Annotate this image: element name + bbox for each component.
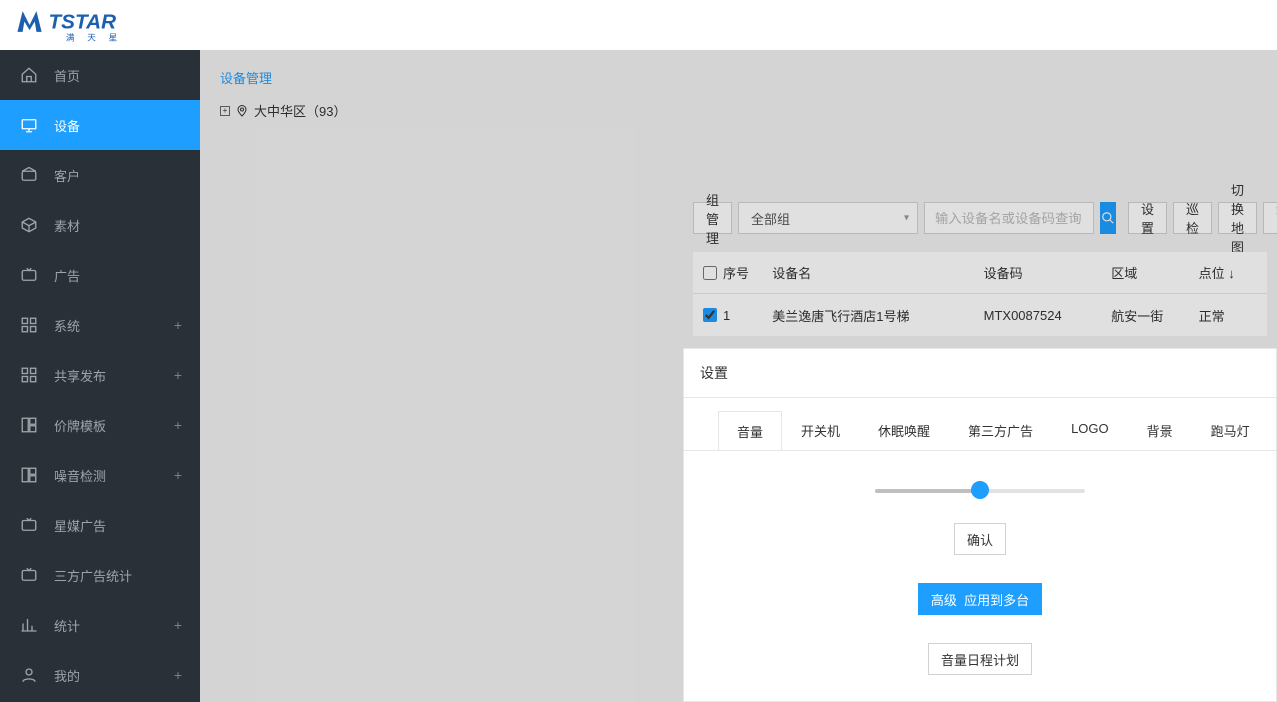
settings-modal: 设置 音量 开关机 休眠唤醒 第三方广告 LOGO 背景 跑马灯 悬浮窗 DPI… [683, 348, 1277, 702]
col-name[interactable]: 设备名 [772, 263, 983, 282]
settings-button[interactable]: 设置 [1128, 202, 1167, 234]
caret-down-icon: ▾ [904, 213, 909, 224]
share-icon [20, 366, 38, 384]
volume-schedule-button[interactable]: 音量日程计划 [928, 643, 1032, 675]
sidebar-item-label: 统计 [54, 616, 80, 635]
stats-icon [20, 616, 38, 634]
row-point: 正常 [1199, 306, 1257, 325]
sidebar-item-label: 系统 [54, 316, 80, 335]
device-table: 序号 设备名 设备码 区域 点位 ↓ 1 美兰逸唐飞行酒店1号梯 MTX0087… [693, 252, 1267, 336]
sidebar-item-thirdstat[interactable]: 三方广告统计 [0, 550, 200, 600]
advanced-button[interactable]: 高级 应用到多台 [918, 583, 1042, 615]
expand-icon: + [174, 617, 182, 633]
sidebar-item-home[interactable]: 首页 [0, 50, 200, 100]
sidebar-item-label: 客户 [54, 166, 80, 185]
location-icon [236, 104, 248, 118]
modal-tabs: 音量 开关机 休眠唤醒 第三方广告 LOGO 背景 跑马灯 悬浮窗 DPI 设备… [684, 398, 1276, 451]
sidebar-item-noise[interactable]: 噪音检测 + [0, 450, 200, 500]
sidebar: 首页 设备 客户 素材 广告 系统 + [0, 50, 200, 702]
tab-marquee[interactable]: 跑马灯 [1192, 410, 1269, 450]
col-point[interactable]: 点位 ↓ [1199, 263, 1257, 282]
group-select[interactable]: 全部组▾ [738, 202, 918, 234]
sidebar-item-ad[interactable]: 广告 [0, 250, 200, 300]
row-area: 航安一街 [1111, 306, 1198, 325]
sidebar-item-label: 星媒广告 [54, 516, 106, 535]
modal-title: 设置 [684, 349, 1276, 397]
user-icon [20, 666, 38, 684]
tab-float[interactable]: 悬浮窗 [1269, 410, 1276, 450]
table-header: 序号 设备名 设备码 区域 点位 ↓ [693, 252, 1267, 294]
material-icon [20, 216, 38, 234]
sidebar-item-stats[interactable]: 统计 + [0, 600, 200, 650]
tab-power[interactable]: 开关机 [782, 410, 859, 450]
volume-slider[interactable] [875, 485, 1085, 495]
expand-icon: + [174, 367, 182, 383]
select-all-checkbox[interactable] [703, 266, 717, 280]
confirm-button[interactable]: 确认 [954, 523, 1006, 555]
tab-volume-panel: 确认 高级 应用到多台 音量日程计划 [684, 451, 1276, 702]
starad-icon [20, 516, 38, 534]
home-icon [20, 66, 38, 84]
sidebar-item-label: 我的 [54, 666, 80, 685]
table-row[interactable]: 1 美兰逸唐飞行酒店1号梯 MTX0087524 航安一街 正常 [693, 294, 1267, 336]
breadcrumb[interactable]: 设备管理 [200, 50, 1277, 87]
row-checkbox[interactable] [703, 308, 717, 322]
col-code[interactable]: 设备码 [984, 263, 1112, 282]
toolbar: 组管理 全部组▾ 设置 巡检 切换地图 续费 新增 [693, 202, 1267, 234]
expand-icon: + [174, 667, 182, 683]
sidebar-item-label: 首页 [54, 66, 80, 85]
sidebar-item-device[interactable]: 设备 [0, 100, 200, 150]
group-manage-button[interactable]: 组管理 [693, 202, 732, 234]
tab-thirdparty-ad[interactable]: 第三方广告 [949, 410, 1052, 450]
tab-background[interactable]: 背景 [1128, 410, 1192, 450]
system-icon [20, 316, 38, 334]
sidebar-item-price[interactable]: 价牌模板 + [0, 400, 200, 450]
sidebar-item-share[interactable]: 共享发布 + [0, 350, 200, 400]
sidebar-item-label: 三方广告统计 [54, 566, 132, 585]
logo-icon: TSTAR 满 天 星 [14, 6, 239, 44]
row-seq: 1 [723, 308, 730, 323]
sidebar-item-label: 素材 [54, 216, 80, 235]
renew-button[interactable]: 续费 [1263, 202, 1277, 234]
sidebar-item-system[interactable]: 系统 + [0, 300, 200, 350]
main-content: 设备管理 + 大中华区（93） 组管理 全部组▾ [200, 50, 1277, 702]
tab-sleep[interactable]: 休眠唤醒 [859, 410, 949, 450]
svg-text:满 天 星: 满 天 星 [66, 33, 123, 43]
price-icon [20, 416, 38, 434]
sidebar-item-starad[interactable]: 星媒广告 [0, 500, 200, 550]
search-button[interactable] [1100, 202, 1116, 234]
expand-icon: + [174, 317, 182, 333]
expand-icon: + [174, 467, 182, 483]
logo-bar: TSTAR 满 天 星 [0, 0, 1277, 50]
sidebar-item-label: 广告 [54, 266, 80, 285]
sidebar-item-label: 噪音检测 [54, 466, 106, 485]
row-code: MTX0087524 [984, 308, 1112, 323]
switch-map-button[interactable]: 切换地图 [1218, 202, 1257, 234]
expand-icon: + [174, 417, 182, 433]
noise-icon [20, 466, 38, 484]
device-icon [20, 116, 38, 134]
tab-logo[interactable]: LOGO [1052, 410, 1128, 450]
ad-icon [20, 266, 38, 284]
tab-volume[interactable]: 音量 [718, 411, 782, 451]
col-area[interactable]: 区域 [1111, 263, 1198, 282]
tree-root[interactable]: + 大中华区（93） [200, 87, 1277, 120]
search-input[interactable] [924, 202, 1094, 234]
thirdstat-icon [20, 566, 38, 584]
tree-root-label: 大中华区（93） [254, 101, 346, 120]
row-name: 美兰逸唐飞行酒店1号梯 [772, 306, 983, 325]
expand-box-icon[interactable]: + [220, 106, 230, 116]
sidebar-item-customer[interactable]: 客户 [0, 150, 200, 200]
sidebar-item-label: 共享发布 [54, 366, 106, 385]
patrol-button[interactable]: 巡检 [1173, 202, 1212, 234]
sidebar-item-material[interactable]: 素材 [0, 200, 200, 250]
sidebar-item-mine[interactable]: 我的 + [0, 650, 200, 700]
sidebar-item-label: 设备 [54, 116, 80, 135]
col-seq[interactable]: 序号 [723, 263, 749, 282]
sidebar-item-label: 价牌模板 [54, 416, 106, 435]
svg-text:TSTAR: TSTAR [49, 10, 117, 33]
slider-thumb[interactable] [971, 481, 989, 499]
search-icon [1101, 211, 1115, 225]
customer-icon [20, 166, 38, 184]
